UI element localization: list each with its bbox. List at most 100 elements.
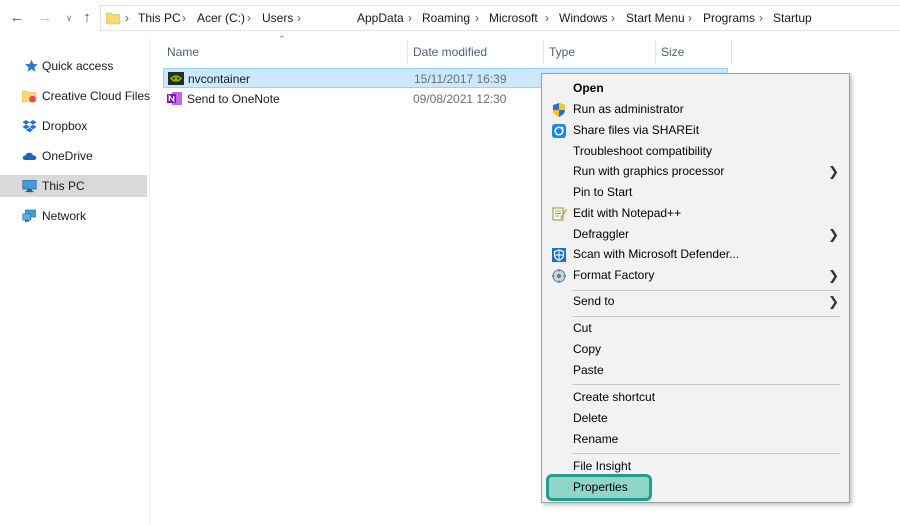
breadcrumb-users[interactable]: Users [262, 6, 293, 30]
notepadpp-icon [552, 207, 567, 221]
menu-item-format-factory[interactable]: Format Factory ❯ [542, 265, 849, 286]
breadcrumb-acer-c[interactable]: Acer (C:) [197, 6, 245, 30]
breadcrumb-appdata[interactable]: AppData [357, 6, 404, 30]
creative-cloud-folder-icon [22, 90, 37, 103]
menu-item-label: Send to [573, 294, 615, 308]
folder-icon [106, 12, 120, 25]
back-arrow-icon[interactable]: ← [8, 9, 26, 27]
menu-item-edit-with-notepad-plus-plus[interactable]: Edit with Notepad++ [542, 203, 849, 224]
breadcrumb-separator: › [182, 11, 186, 25]
star-icon [25, 59, 38, 72]
submenu-chevron-icon: ❯ [828, 227, 839, 242]
recent-locations-chevron-icon[interactable]: ∨ [60, 9, 78, 27]
breadcrumb-programs[interactable]: Programs [703, 6, 755, 30]
file-name: nvcontainer [188, 72, 251, 86]
sidebar-item-label: Dropbox [42, 119, 88, 133]
breadcrumb-startup[interactable]: Startup [773, 6, 812, 30]
menu-item-label: Open [573, 81, 604, 95]
breadcrumb-this-pc[interactable]: This PC [138, 6, 181, 30]
forward-arrow-icon[interactable]: → [36, 9, 54, 27]
address-bar-row: ← → ∨ ↑ › This PC › Acer (C:) › Users › … [0, 0, 900, 36]
sidebar-item-label: Creative Cloud Files [42, 89, 151, 103]
breadcrumb-microsoft[interactable]: Microsoft [489, 6, 538, 30]
menu-item-file-insight[interactable]: File Insight [542, 456, 849, 477]
breadcrumb-windows[interactable]: Windows [559, 6, 608, 30]
menu-item-label: Defraggler [573, 227, 630, 241]
menu-item-run-as-administrator[interactable]: Run as administrator [542, 99, 849, 120]
menu-item-label: Paste [573, 363, 604, 377]
context-menu: Open Run as administrator Share files vi… [541, 73, 850, 503]
menu-separator [572, 384, 840, 385]
sidebar-item-network[interactable]: Network [0, 205, 147, 227]
submenu-chevron-icon: ❯ [828, 164, 839, 179]
menu-item-properties[interactable]: Properties [546, 474, 652, 501]
menu-item-label: Delete [573, 411, 608, 425]
menu-item-label: Run as administrator [573, 102, 684, 116]
menu-item-label: Run with graphics processor [573, 164, 725, 178]
menu-item-run-with-graphics-processor[interactable]: Run with graphics processor ❯ [542, 161, 849, 182]
breadcrumb-separator: › [247, 11, 251, 25]
column-header-date-modified[interactable]: Date modified [408, 40, 544, 64]
menu-item-send-to[interactable]: Send to ❯ [542, 291, 849, 312]
address-path-box[interactable]: › This PC › Acer (C:) › Users › AppData … [100, 5, 900, 31]
menu-item-label: Copy [573, 342, 602, 356]
menu-item-label: Edit with Notepad++ [573, 206, 682, 220]
menu-item-create-shortcut[interactable]: Create shortcut [542, 387, 849, 408]
menu-item-label: Share files via SHAREit [573, 123, 700, 137]
submenu-chevron-icon: ❯ [828, 294, 839, 309]
sidebar-item-label: Network [42, 209, 87, 223]
menu-item-label: Scan with Microsoft Defender... [573, 247, 740, 261]
network-icon [22, 209, 36, 222]
column-header-type[interactable]: Type [544, 40, 656, 64]
breadcrumb-roaming[interactable]: Roaming [422, 6, 470, 30]
breadcrumb-separator: › [475, 11, 479, 25]
menu-item-share-files-via-shareit[interactable]: Share files via SHAREit [542, 120, 849, 141]
submenu-chevron-icon: ❯ [828, 268, 839, 283]
breadcrumb-separator: › [545, 11, 549, 25]
menu-item-open[interactable]: Open [542, 78, 849, 99]
menu-item-label: Properties [573, 480, 628, 494]
breadcrumb-start-menu[interactable]: Start Menu [626, 6, 685, 30]
breadcrumb-separator: › [297, 11, 301, 25]
menu-item-label: Pin to Start [573, 185, 633, 199]
nvidia-icon [168, 72, 184, 85]
sidebar-item-creative-cloud-files[interactable]: Creative Cloud Files [0, 85, 151, 107]
menu-item-rename[interactable]: Rename [542, 429, 849, 450]
menu-item-troubleshoot-compatibility[interactable]: Troubleshoot compatibility [542, 141, 849, 162]
up-arrow-icon[interactable]: ↑ [78, 9, 96, 27]
uac-shield-icon [553, 103, 565, 117]
sidebar-item-dropbox[interactable]: Dropbox [0, 115, 147, 137]
menu-item-defraggler[interactable]: Defraggler ❯ [542, 224, 849, 245]
sidebar-item-quick-access[interactable]: Quick access [0, 55, 147, 77]
menu-item-label: Create shortcut [573, 390, 656, 404]
breadcrumb-separator: › [125, 11, 129, 25]
breadcrumb-separator: › [408, 11, 412, 25]
onedrive-cloud-icon [22, 152, 37, 160]
menu-item-copy[interactable]: Copy [542, 339, 849, 360]
breadcrumb-separator: › [611, 11, 615, 25]
menu-item-label: File Insight [573, 459, 632, 473]
breadcrumb-separator: › [688, 11, 692, 25]
sidebar-item-label: Quick access [42, 59, 114, 73]
dropbox-icon [22, 120, 37, 133]
menu-item-paste[interactable]: Paste [542, 360, 849, 381]
sidebar-item-label: OneDrive [42, 149, 93, 163]
breadcrumb-separator: › [759, 11, 763, 25]
menu-item-label: Troubleshoot compatibility [573, 144, 712, 158]
menu-item-cut[interactable]: Cut [542, 318, 849, 339]
menu-item-label: Cut [573, 321, 592, 335]
file-date-modified: 09/08/2021 12:30 [413, 92, 507, 106]
format-factory-icon [552, 269, 566, 283]
menu-item-scan-with-microsoft-defender[interactable]: Scan with Microsoft Defender... [542, 244, 849, 265]
computer-icon [22, 180, 37, 193]
onenote-icon [167, 92, 182, 105]
sidebar-item-this-pc[interactable]: This PC [0, 175, 147, 197]
menu-item-pin-to-start[interactable]: Pin to Start [542, 182, 849, 203]
sidebar-item-onedrive[interactable]: OneDrive [0, 145, 147, 167]
menu-item-label: Format Factory [573, 268, 655, 282]
menu-item-delete[interactable]: Delete [542, 408, 849, 429]
shareit-icon [552, 124, 566, 138]
menu-separator [572, 453, 840, 454]
column-header-name[interactable]: Name [162, 40, 408, 64]
column-header-size[interactable]: Size [656, 40, 732, 64]
